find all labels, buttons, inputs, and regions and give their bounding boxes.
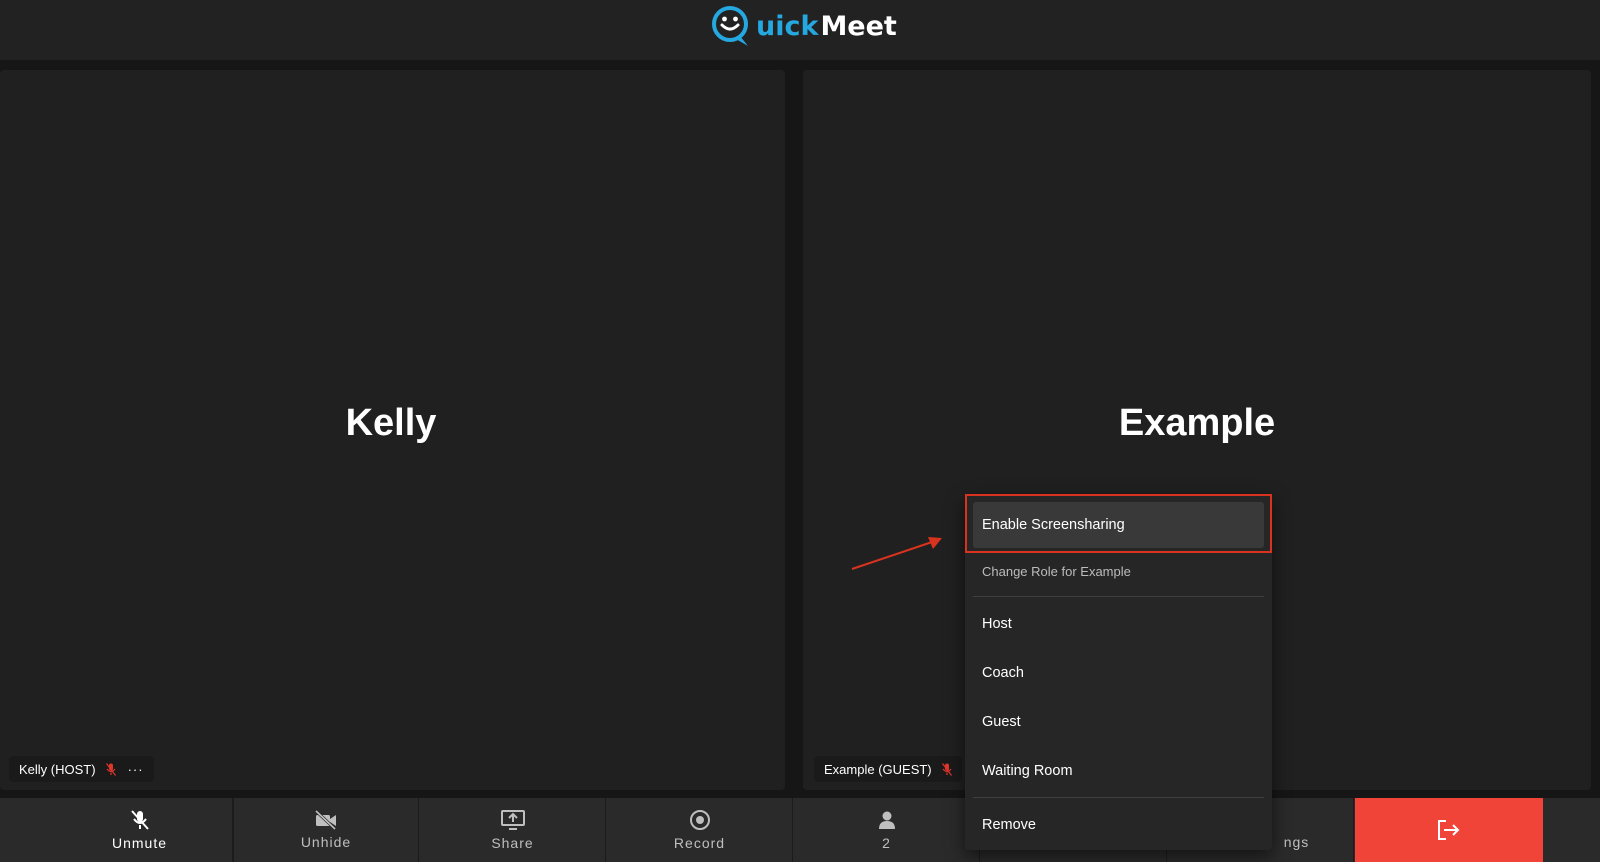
- logo-text-blue: uick: [756, 10, 819, 42]
- more-options-button[interactable]: ···: [128, 762, 144, 777]
- share-label: Share: [491, 835, 534, 851]
- unmute-label: Unmute: [111, 835, 168, 851]
- role-item-host[interactable]: Host: [973, 599, 1264, 648]
- participant-chip-label: Kelly (HOST): [19, 761, 96, 777]
- role-item-waiting-room[interactable]: Waiting Room: [973, 746, 1264, 795]
- change-role-header: Change Role for Example: [982, 563, 1131, 579]
- callout-arrow-icon: [851, 537, 942, 570]
- top-bar: uick Meet: [0, 0, 1600, 60]
- meeting-toolbar: Unmute Unhide Share Record 2 ngs: [0, 798, 1600, 862]
- participant-name-chip: Example (GUEST): [814, 756, 962, 782]
- participant-name-chip: Kelly (HOST) ···: [9, 756, 154, 782]
- screen-share-icon: [500, 810, 525, 830]
- person-icon: [878, 811, 895, 829]
- settings-label: ngs: [1283, 834, 1310, 850]
- participant-chip-label: Example (GUEST): [824, 761, 932, 777]
- exit-icon: [1438, 820, 1460, 840]
- record-label: Record: [673, 835, 726, 851]
- mic-off-icon: [941, 762, 952, 776]
- participant-tile-kelly: Kelly Kelly (HOST) ···: [0, 70, 785, 790]
- record-button[interactable]: Record: [607, 798, 793, 862]
- toolbar-right-spacer: [1543, 798, 1600, 862]
- mic-off-icon: [130, 810, 149, 830]
- logo-text-white: Meet: [820, 10, 897, 42]
- unhide-label: Unhide: [300, 834, 352, 850]
- menu-divider: [973, 797, 1264, 798]
- role-item-coach[interactable]: Coach: [973, 648, 1264, 697]
- participant-name: Example: [1118, 402, 1276, 444]
- video-off-icon: [314, 810, 337, 830]
- smiley-chat-logo-icon: [712, 6, 748, 46]
- share-screen-button[interactable]: Share: [420, 798, 606, 862]
- video-stage: Kelly Kelly (HOST) ··· Example Example (…: [0, 60, 1600, 798]
- participants-count: 2: [882, 835, 891, 851]
- highlight-callout-box: [965, 494, 1272, 553]
- unhide-video-button[interactable]: Unhide: [233, 798, 419, 862]
- menu-divider: [973, 596, 1264, 597]
- mic-off-icon: [105, 762, 116, 776]
- remove-participant-item[interactable]: Remove: [973, 800, 1264, 849]
- role-item-guest[interactable]: Guest: [973, 697, 1264, 746]
- quickmeet-logo: uick Meet: [710, 4, 897, 48]
- participants-button[interactable]: 2: [794, 798, 980, 862]
- unmute-button[interactable]: Unmute: [47, 798, 233, 862]
- leave-meeting-button[interactable]: [1355, 798, 1543, 862]
- participant-name: Kelly: [345, 402, 437, 444]
- record-icon: [689, 810, 710, 830]
